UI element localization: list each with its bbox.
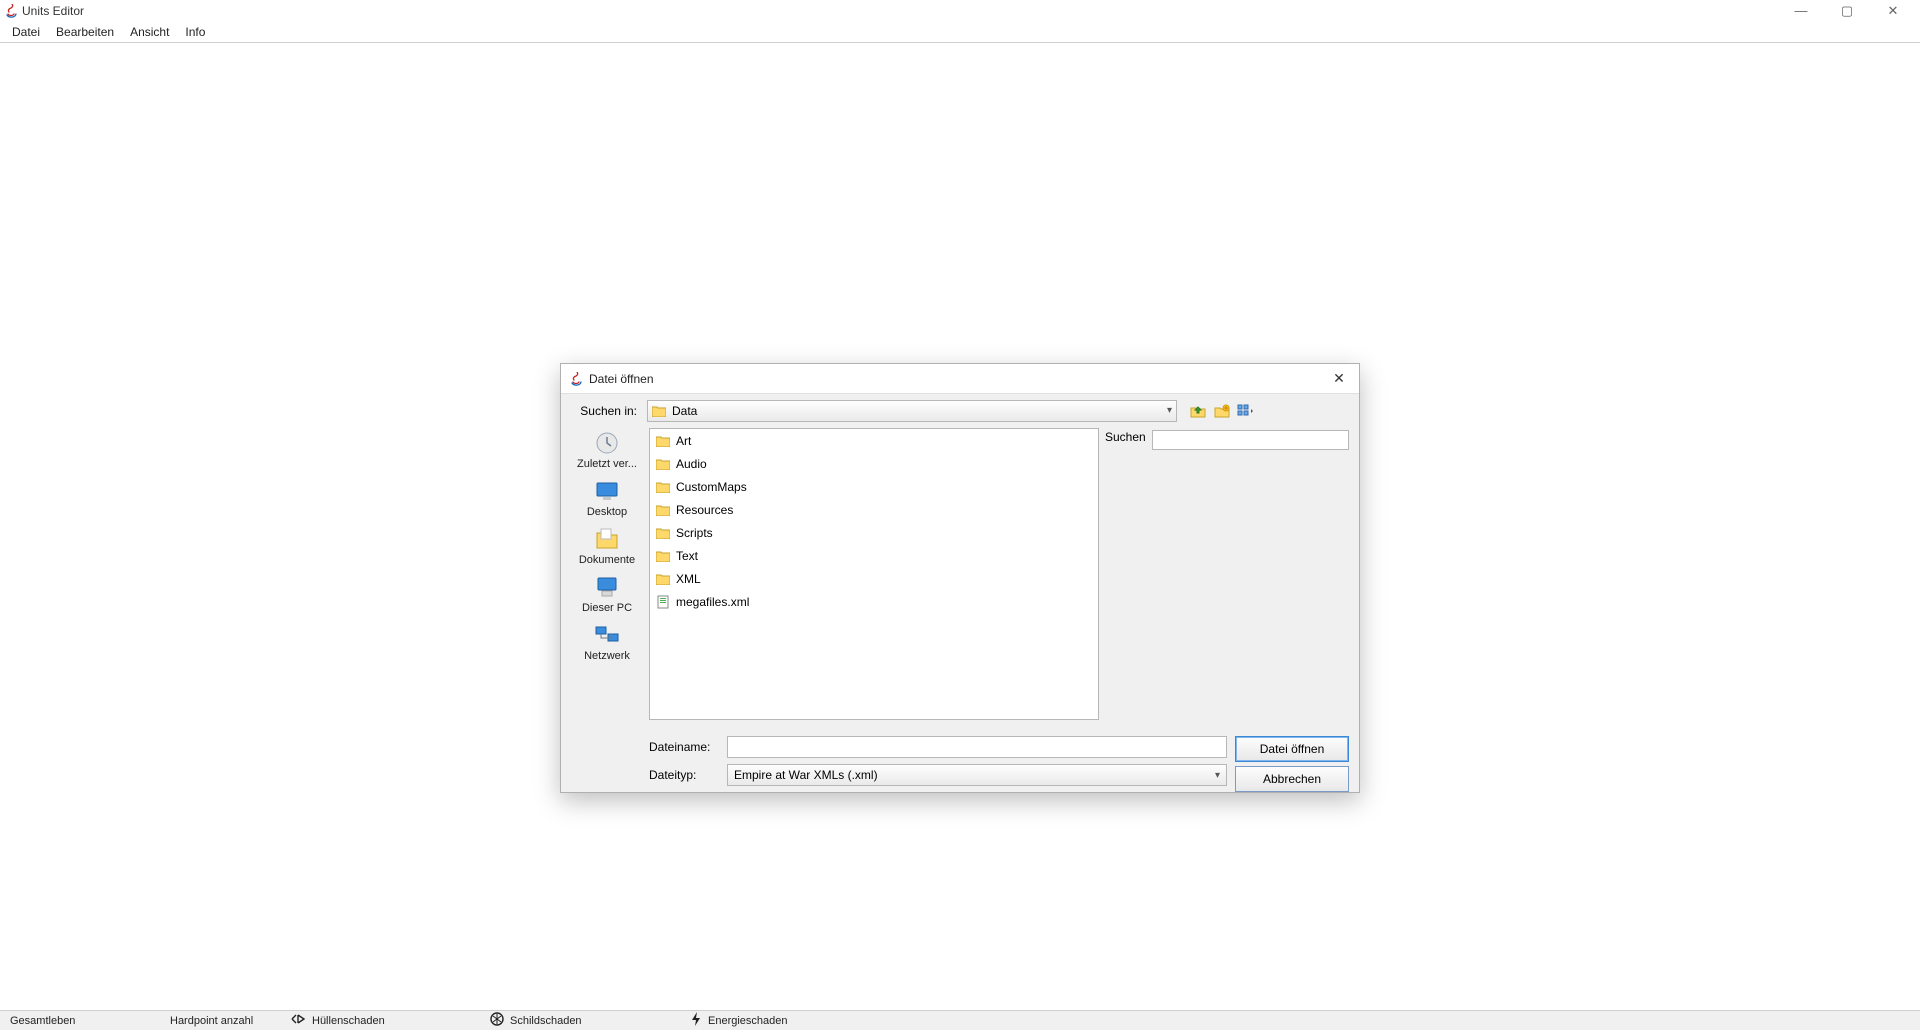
folder-icon	[656, 435, 670, 447]
energy-damage-icon	[690, 1012, 702, 1029]
file-name: Text	[676, 549, 698, 563]
file-name: Audio	[676, 457, 707, 471]
search-label: Suchen	[1105, 430, 1146, 444]
menu-info[interactable]: Info	[177, 23, 213, 41]
folder-icon	[656, 504, 670, 516]
new-folder-button[interactable]	[1211, 400, 1233, 422]
window-minimize-button[interactable]: —	[1778, 3, 1824, 19]
view-menu-button[interactable]	[1235, 400, 1257, 422]
open-button[interactable]: Datei öffnen	[1235, 736, 1349, 762]
menu-ansicht[interactable]: Ansicht	[122, 23, 177, 41]
dialog-close-button[interactable]: ✕	[1327, 370, 1351, 387]
open-file-dialog: Datei öffnen ✕ Suchen in: Data ▾	[560, 363, 1360, 793]
window-titlebar: Units Editor — ▢ ✕	[0, 0, 1920, 22]
status-total-life: Gesamtleben	[10, 1015, 75, 1027]
place-label: Zuletzt ver...	[577, 458, 637, 470]
chevron-down-icon: ▾	[1167, 405, 1172, 416]
file-name: CustomMaps	[676, 480, 747, 494]
content-area: Datei öffnen ✕ Suchen in: Data ▾	[0, 43, 1920, 1010]
file-name: megafiles.xml	[676, 595, 749, 609]
file-name: Scripts	[676, 526, 713, 540]
look-in-label: Suchen in:	[571, 404, 641, 418]
window-maximize-button[interactable]: ▢	[1824, 3, 1870, 19]
menu-bearbeiten[interactable]: Bearbeiten	[48, 23, 122, 41]
status-hull-damage: Hüllenschaden	[312, 1015, 385, 1027]
folder-item[interactable]: CustomMaps	[650, 475, 1098, 498]
shield-damage-icon	[490, 1012, 504, 1029]
statusbar: Gesamtleben Hardpoint anzahl Hüllenschad…	[0, 1010, 1920, 1030]
folder-icon	[656, 550, 670, 562]
places-bar: Zuletzt ver... Desktop Dokumente Dieser …	[571, 428, 643, 728]
place-recent[interactable]: Zuletzt ver...	[573, 430, 641, 470]
java-icon	[569, 372, 583, 386]
up-folder-button[interactable]	[1187, 400, 1209, 422]
file-list[interactable]: Art Audio CustomMaps Resources Scripts Text XM…	[649, 428, 1099, 720]
hull-damage-icon	[290, 1012, 306, 1029]
folder-item[interactable]: Scripts	[650, 521, 1098, 544]
place-desktop[interactable]: Desktop	[573, 478, 641, 518]
file-name: Art	[676, 434, 691, 448]
menu-datei[interactable]: Datei	[4, 23, 48, 41]
folder-icon	[656, 458, 670, 470]
chevron-down-icon: ▾	[1215, 770, 1220, 781]
menubar: Datei Bearbeiten Ansicht Info	[0, 22, 1920, 43]
folder-item[interactable]: Resources	[650, 498, 1098, 521]
filetype-value: Empire at War XMLs (.xml)	[734, 768, 878, 782]
filename-input[interactable]	[727, 736, 1227, 758]
window-close-button[interactable]: ✕	[1870, 3, 1916, 19]
place-label: Desktop	[587, 506, 627, 518]
dialog-titlebar: Datei öffnen ✕	[561, 364, 1359, 394]
file-name: Resources	[676, 503, 733, 517]
place-label: Netzwerk	[584, 650, 630, 662]
folder-icon	[656, 527, 670, 539]
look-in-value: Data	[672, 404, 697, 418]
documents-icon	[591, 526, 623, 552]
place-label: Dieser PC	[582, 602, 632, 614]
folder-item[interactable]: Text	[650, 544, 1098, 567]
status-hardpoint-count: Hardpoint anzahl	[170, 1015, 253, 1027]
java-icon	[4, 4, 18, 18]
place-documents[interactable]: Dokumente	[573, 526, 641, 566]
place-label: Dokumente	[579, 554, 635, 566]
cancel-button[interactable]: Abbrechen	[1235, 766, 1349, 792]
folder-item[interactable]: Art	[650, 429, 1098, 452]
folder-item[interactable]: XML	[650, 567, 1098, 590]
thispc-icon	[591, 574, 623, 600]
filetype-combo[interactable]: Empire at War XMLs (.xml) ▾	[727, 764, 1227, 786]
recent-icon	[591, 430, 623, 456]
look-in-combo[interactable]: Data ▾	[647, 400, 1177, 422]
filetype-label: Dateityp:	[649, 768, 721, 782]
file-item[interactable]: megafiles.xml	[650, 590, 1098, 613]
place-network[interactable]: Netzwerk	[573, 622, 641, 662]
folder-icon	[652, 405, 666, 417]
search-input[interactable]	[1152, 430, 1349, 450]
network-icon	[591, 622, 623, 648]
desktop-icon	[591, 478, 623, 504]
dialog-title: Datei öffnen	[589, 372, 654, 386]
file-name: XML	[676, 572, 701, 586]
folder-icon	[656, 573, 670, 585]
place-thispc[interactable]: Dieser PC	[573, 574, 641, 614]
folder-item[interactable]: Audio	[650, 452, 1098, 475]
status-energy-damage: Energieschaden	[708, 1015, 788, 1027]
status-shield-damage: Schildschaden	[510, 1015, 582, 1027]
filename-label: Dateiname:	[649, 740, 721, 754]
folder-icon	[656, 481, 670, 493]
window-title: Units Editor	[22, 4, 84, 18]
xml-file-icon	[656, 595, 670, 609]
